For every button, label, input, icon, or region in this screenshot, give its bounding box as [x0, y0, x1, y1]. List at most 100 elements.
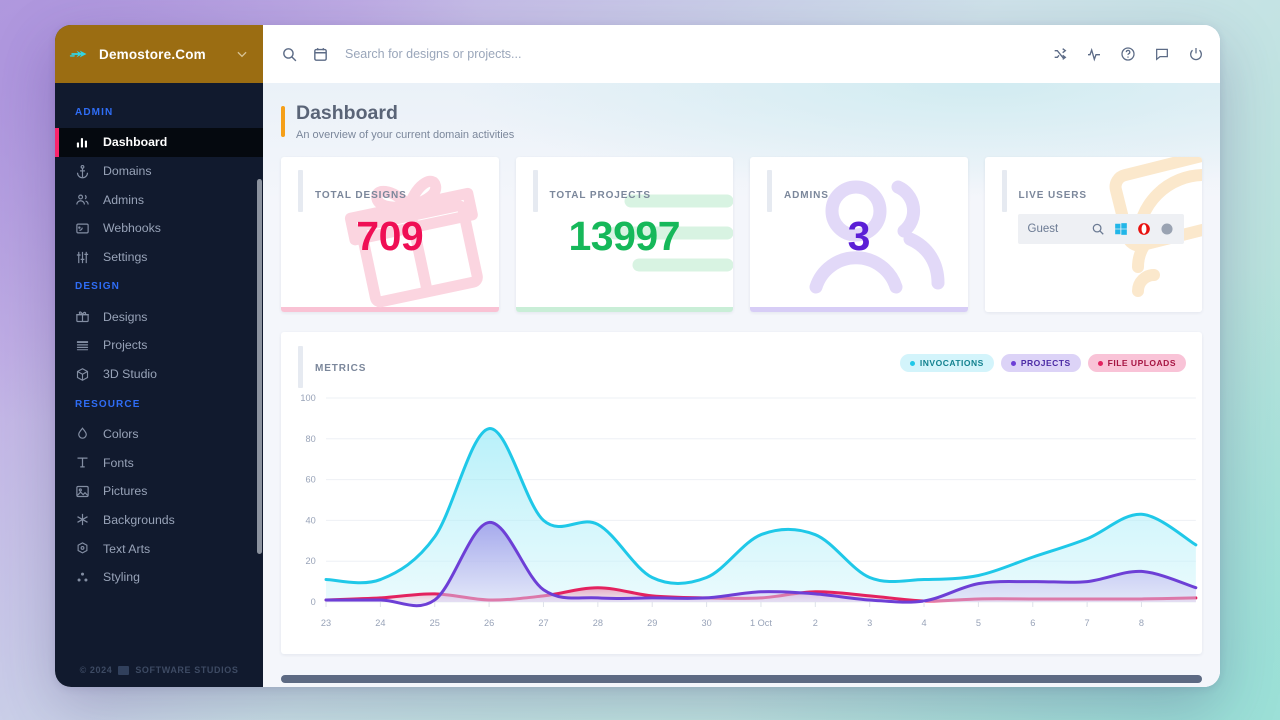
cube-icon: [75, 367, 90, 382]
card-tick: [298, 346, 303, 388]
sidebar-section-admin: ADMIN: [55, 97, 263, 128]
bar-chart-icon: [75, 135, 90, 150]
sidebar-item-backgrounds[interactable]: Backgrounds: [55, 506, 263, 535]
help-circle-icon[interactable]: [1120, 46, 1136, 62]
power-icon[interactable]: [1188, 46, 1204, 62]
svg-text:27: 27: [538, 619, 548, 629]
sidebar-item-label: Dashboard: [103, 135, 167, 149]
stat-value: 13997: [516, 213, 734, 260]
content-scroll: Dashboard An overview of your current do…: [263, 83, 1220, 687]
sidebar-item-admins[interactable]: Admins: [55, 185, 263, 214]
sidebar-item-label: Admins: [103, 193, 144, 207]
svg-text:8: 8: [1139, 619, 1144, 629]
users-icon: [75, 192, 90, 207]
legend-label: FILE UPLOADS: [1108, 358, 1176, 368]
chart-legend: INVOCATIONS PROJECTS FILE UPLOADS: [900, 354, 1186, 372]
sidebar-item-label: Pictures: [103, 484, 147, 498]
message-icon[interactable]: [1154, 46, 1170, 62]
snowflake-icon: [75, 512, 90, 527]
legend-dot-icon: [1098, 361, 1103, 366]
page-header: Dashboard An overview of your current do…: [281, 83, 1202, 157]
sidebar-item-label: Backgrounds: [103, 513, 175, 527]
stat-label: TOTAL PROJECTS: [550, 190, 652, 201]
sidebar-item-settings[interactable]: Settings: [55, 243, 263, 272]
legend-label: PROJECTS: [1021, 358, 1071, 368]
shuffle-icon[interactable]: [1052, 46, 1068, 62]
search-input[interactable]: [343, 47, 1038, 61]
stat-card-total-projects[interactable]: TOTAL PROJECTS 13997: [516, 157, 734, 312]
type-icon: [75, 455, 90, 470]
svg-text:3: 3: [867, 619, 872, 629]
sidebar-item-label: Text Arts: [103, 542, 150, 556]
sidebar-item-label: Designs: [103, 310, 147, 324]
page-accent-bar: [281, 106, 285, 137]
calendar-icon[interactable]: [312, 46, 329, 63]
sidebar-nav: ADMIN Dashboard Domains Admins: [55, 83, 263, 653]
sidebar-item-label: Projects: [103, 338, 147, 352]
sidebar-item-domains[interactable]: Domains: [55, 157, 263, 186]
avatar-icon: [1160, 222, 1174, 236]
legend-item-invocations[interactable]: INVOCATIONS: [900, 354, 994, 372]
sidebar-item-fonts[interactable]: Fonts: [55, 448, 263, 477]
legend-item-projects[interactable]: PROJECTS: [1001, 354, 1081, 372]
live-user-row[interactable]: Guest: [1018, 214, 1185, 244]
chart-x-axis: 23242526272829301 Oct2345678: [321, 602, 1144, 628]
chart-y-axis: 020406080100: [300, 394, 315, 608]
stat-card-admins[interactable]: ADMINS 3: [750, 157, 968, 312]
legend-item-file-uploads[interactable]: FILE UPLOADS: [1088, 354, 1186, 372]
sidebar-item-label: Colors: [103, 427, 139, 441]
stat-label: ADMINS: [784, 190, 829, 201]
stat-card-total-designs[interactable]: TOTAL DESIGNS 709: [281, 157, 499, 312]
droplet-icon: [75, 426, 90, 441]
horizontal-scrollbar[interactable]: [281, 675, 1202, 683]
svg-text:30: 30: [701, 619, 711, 629]
sidebar-item-colors[interactable]: Colors: [55, 420, 263, 449]
studio-badge-icon: [118, 666, 129, 675]
svg-text:5: 5: [976, 619, 981, 629]
live-user-name: Guest: [1028, 223, 1083, 235]
brand-header[interactable]: Demostore.Com: [55, 25, 263, 83]
sidebar-item-label: Settings: [103, 250, 147, 264]
svg-text:20: 20: [306, 557, 316, 567]
svg-text:29: 29: [647, 619, 657, 629]
sidebar-item-webhooks[interactable]: Webhooks: [55, 214, 263, 243]
stat-label: LIVE USERS: [1019, 190, 1087, 201]
chevron-down-icon[interactable]: [235, 47, 249, 61]
sidebar-item-label: Webhooks: [103, 221, 161, 235]
brand-name: Demostore.Com: [99, 47, 225, 62]
topbar: [263, 25, 1220, 83]
sidebar-item-dashboard[interactable]: Dashboard: [55, 128, 263, 157]
app-window: Demostore.Com ADMIN Dashboard Domains: [55, 25, 1220, 687]
svg-text:0: 0: [311, 598, 316, 608]
sidebar-footer: © 2024 SOFTWARE STUDIOS: [55, 653, 263, 687]
sidebar-scrollbar[interactable]: [257, 179, 262, 554]
svg-text:100: 100: [300, 394, 315, 404]
legend-label: INVOCATIONS: [920, 358, 984, 368]
paper-plane-icon: [69, 44, 89, 64]
search-icon[interactable]: [1091, 222, 1105, 236]
svg-text:25: 25: [430, 619, 440, 629]
svg-text:26: 26: [484, 619, 494, 629]
stat-value: 3: [750, 213, 968, 260]
sidebar-item-3d-studio[interactable]: 3D Studio: [55, 360, 263, 389]
sidebar-item-label: Styling: [103, 570, 140, 584]
sliders-icon: [75, 250, 90, 265]
sidebar-item-styling[interactable]: Styling: [55, 563, 263, 592]
stat-cards: TOTAL DESIGNS 709 TOTAL PROJECTS: [281, 157, 1202, 312]
sidebar-item-text-arts[interactable]: Text Arts: [55, 534, 263, 563]
metrics-title: METRICS: [315, 363, 366, 374]
sidebar-item-pictures[interactable]: Pictures: [55, 477, 263, 506]
sidebar-item-label: Domains: [103, 164, 152, 178]
svg-text:40: 40: [306, 516, 316, 526]
stat-card-live-users[interactable]: LIVE USERS Guest: [985, 157, 1203, 312]
sidebar-item-projects[interactable]: Projects: [55, 331, 263, 360]
search-icon[interactable]: [281, 46, 298, 63]
sidebar-item-designs[interactable]: Designs: [55, 302, 263, 331]
legend-dot-icon: [1011, 361, 1016, 366]
metrics-chart[interactable]: 020406080100 23242526272829301 Oct234567…: [281, 390, 1202, 654]
sidebar-item-label: Fonts: [103, 456, 134, 470]
sidebar-section-resource: RESOURCE: [55, 389, 263, 420]
activity-icon[interactable]: [1086, 46, 1102, 62]
anchor-icon: [75, 164, 90, 179]
svg-text:6: 6: [1030, 619, 1035, 629]
